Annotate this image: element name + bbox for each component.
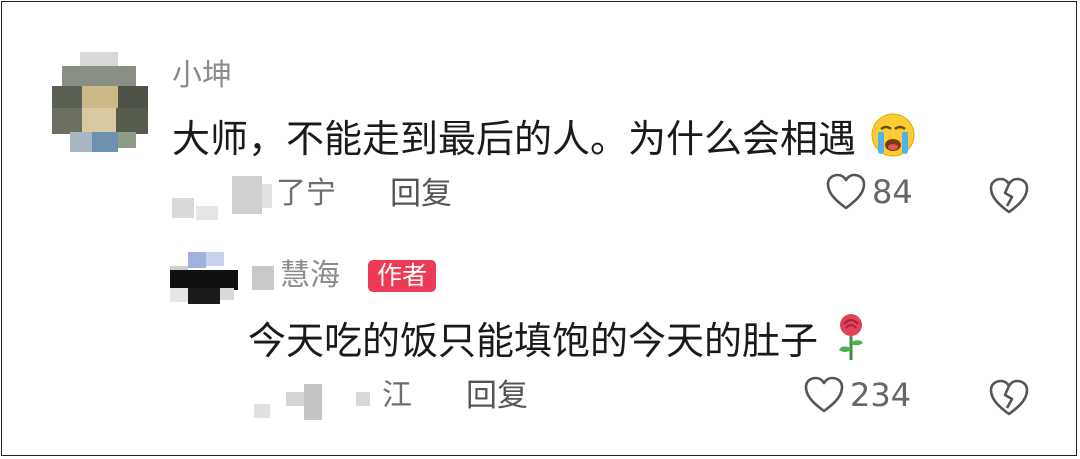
author-name-redacted — [252, 266, 274, 290]
reply-time-redacted-3 — [304, 384, 322, 420]
author-username[interactable]: 慧海 — [280, 258, 340, 294]
commenter-time-redacted-3 — [232, 176, 262, 214]
broken-heart-icon — [988, 177, 1030, 220]
comment-ip-location: 了宁 — [276, 176, 336, 211]
author-avatar[interactable] — [170, 252, 238, 304]
broken-heart-icon — [988, 379, 1030, 422]
author-badge: 作者 — [368, 260, 437, 292]
commenter-time-redacted — [172, 198, 194, 218]
heart-icon — [826, 173, 866, 211]
comment-text: 大师，不能走到最后的人。为什么会相遇 — [172, 112, 916, 168]
commenter-time-redacted-4 — [262, 184, 272, 208]
reply-ip-location: 江 — [382, 378, 412, 413]
comment-dislike-button[interactable] — [988, 176, 1030, 216]
reply-time-redacted-4 — [356, 392, 370, 406]
reply-like-count: 234 — [850, 376, 912, 414]
comment-like-button[interactable]: 84 — [826, 173, 913, 211]
reply-reply-button[interactable]: 回复 — [466, 378, 528, 414]
commenter-avatar[interactable] — [48, 52, 150, 152]
commenter-username[interactable]: 小坤 — [172, 58, 232, 94]
reply-like-button[interactable]: 234 — [804, 376, 911, 414]
reply-dislike-button[interactable] — [988, 378, 1030, 418]
commenter-time-redacted-2 — [196, 206, 218, 220]
comment-like-count: 84 — [872, 173, 913, 211]
reply-text: 今天吃的饭只能填饱的今天的肚子 — [248, 312, 868, 372]
comment-reply-button[interactable]: 回复 — [390, 176, 452, 212]
crying-face-icon — [870, 112, 916, 168]
heart-icon — [804, 376, 844, 414]
reply-text-body: 今天吃的饭只能填饱的今天的肚子 — [248, 319, 819, 363]
rose-icon — [834, 312, 868, 372]
reply-time-redacted-2 — [286, 392, 304, 406]
comment-text-body: 大师，不能走到最后的人。为什么会相遇 — [172, 117, 857, 161]
reply-time-redacted — [254, 404, 270, 418]
screenshot-frame — [1, 1, 1077, 456]
